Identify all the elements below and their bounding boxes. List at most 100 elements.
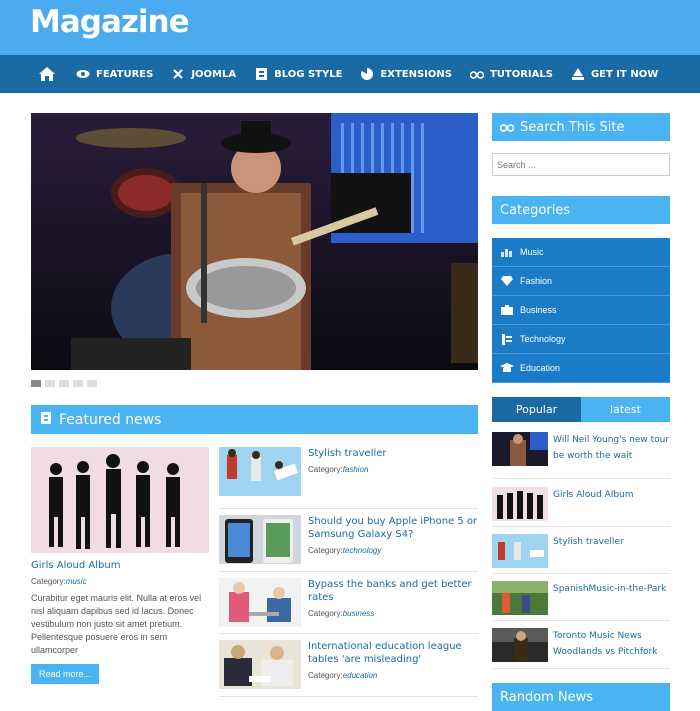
nav-get-it-now[interactable]: GET IT NOW xyxy=(571,68,658,80)
featured-news-title: Featured news xyxy=(59,411,162,428)
list-item: Bypass the banks and get better rates Cat… xyxy=(219,572,478,634)
tab-latest[interactable]: latest xyxy=(581,397,670,422)
server-icon xyxy=(500,333,514,345)
slider-dot[interactable] xyxy=(59,380,69,387)
featured-slider-image[interactable] xyxy=(31,113,478,370)
nav-features[interactable]: FEATURES xyxy=(76,68,153,80)
list-item: Should you buy Apple iPhone 5 or Samsung… xyxy=(219,509,478,572)
graduation-cap-icon xyxy=(500,362,514,374)
nav-joomla[interactable]: JOOMLA xyxy=(171,68,236,80)
list-item: Girls Aloud Album xyxy=(492,479,670,527)
tab-popular[interactable]: Popular xyxy=(492,397,581,422)
article-thumbnail[interactable] xyxy=(219,515,301,564)
article-thumbnail[interactable] xyxy=(219,447,301,496)
briefcase-icon xyxy=(500,304,514,316)
sidebar-random-news: Random News xyxy=(492,683,670,711)
category-item-fashion[interactable]: Fashion xyxy=(492,267,670,296)
joomla-icon xyxy=(171,68,185,80)
category-label: Technology xyxy=(520,334,566,344)
glasses-icon xyxy=(500,122,514,132)
category-link[interactable]: education xyxy=(343,671,378,680)
category-link[interactable]: fashion xyxy=(343,465,369,474)
category-item-music[interactable]: Music xyxy=(492,238,670,267)
blog-icon xyxy=(41,411,51,428)
site-logo[interactable]: Magazine xyxy=(30,4,190,40)
search-input[interactable] xyxy=(492,153,670,176)
category-label: Business xyxy=(520,305,557,315)
article-category: Category:technology xyxy=(308,546,382,555)
popular-list: Will Neil Young's new tour be worth the … xyxy=(492,432,670,669)
article-category: Category:education xyxy=(308,671,378,680)
featured-news-heading: Featured news xyxy=(31,405,478,434)
slider-dot[interactable] xyxy=(87,380,97,387)
glasses-icon xyxy=(469,68,484,80)
article-title-link[interactable]: Girls Aloud Album xyxy=(31,560,209,571)
article-title-link[interactable]: International education league tables 'a… xyxy=(308,640,478,666)
article-thumbnail[interactable] xyxy=(219,578,301,627)
nav-label: EXTENSIONS xyxy=(380,68,452,80)
article-excerpt: Curabitur eget mauris elit. Nulla at ero… xyxy=(31,593,202,655)
slider-dot[interactable] xyxy=(45,380,55,387)
category-link[interactable]: business xyxy=(343,609,375,618)
nav-label: BLOG STYLE xyxy=(274,68,343,80)
article-title-link[interactable]: Bypass the banks and get better rates xyxy=(308,578,478,604)
slider-dot[interactable] xyxy=(31,380,41,387)
read-more-button[interactable]: Read more... xyxy=(31,664,100,684)
article-thumbnail[interactable] xyxy=(492,534,548,568)
article-thumbnail[interactable] xyxy=(492,581,548,615)
nav-extensions[interactable]: EXTENSIONS xyxy=(360,68,452,80)
search-heading-label: Search This Site xyxy=(520,119,625,135)
list-item: Toronto Music News Woodlands vs Pitchfor… xyxy=(492,621,670,669)
article-title-link[interactable]: Will Neil Young's new tour be worth the … xyxy=(553,432,670,464)
nav-tutorials[interactable]: TUTORIALS xyxy=(469,68,553,80)
nav-label: FEATURES xyxy=(96,68,154,80)
featured-main-article: Girls Aloud Album Category:music Curabit… xyxy=(31,447,209,684)
nav-label: GET IT NOW xyxy=(590,68,659,80)
article-category: Category:fashion xyxy=(308,465,369,474)
nav-label: TUTORIALS xyxy=(489,68,553,80)
main-nav: FEATURES JOOMLA BLOG STYLE EXTENSIONS TU… xyxy=(0,55,700,93)
category-label: Education xyxy=(520,363,561,373)
article-title-link[interactable]: Girls Aloud Album xyxy=(553,487,634,503)
chart-icon xyxy=(500,246,514,258)
category-item-business[interactable]: Business xyxy=(492,296,670,325)
article-thumbnail[interactable] xyxy=(219,640,301,689)
slider-pagination xyxy=(31,380,101,387)
sidebar-search: Search This Site xyxy=(492,113,670,176)
list-item: Will Neil Young's new tour be worth the … xyxy=(492,432,670,479)
article-title-link[interactable]: Stylish traveller xyxy=(553,534,624,550)
category-list: Music Fashion Business Technology Educat… xyxy=(492,238,670,383)
category-label: Fashion xyxy=(520,276,553,286)
list-item: SpanishMusic-in-the-Park xyxy=(492,574,670,621)
list-item: International education league tables 'a… xyxy=(219,634,478,697)
article-thumbnail[interactable] xyxy=(492,628,548,662)
category-item-technology[interactable]: Technology xyxy=(492,325,670,354)
article-title-link[interactable]: Toronto Music News Woodlands vs Pitchfor… xyxy=(553,628,670,660)
download-icon xyxy=(571,68,585,80)
slider-dot[interactable] xyxy=(73,380,83,387)
search-heading: Search This Site xyxy=(492,113,670,141)
category-item-education[interactable]: Education xyxy=(492,354,670,383)
featured-news-list: Stylish traveller Category:fashion Should… xyxy=(219,447,478,697)
article-thumbnail[interactable] xyxy=(31,447,209,553)
article-category: Category:business xyxy=(308,609,375,618)
category-link[interactable]: technology xyxy=(343,546,382,555)
header: Magazine xyxy=(0,0,700,55)
article-thumbnail[interactable] xyxy=(492,432,548,466)
eye-icon xyxy=(76,68,90,80)
home-icon[interactable] xyxy=(38,66,56,82)
article-title-link[interactable]: Should you buy Apple iPhone 5 or Samsung… xyxy=(308,515,478,541)
sidebar-popular-latest: Popular latest Will Neil Young's new tou… xyxy=(492,397,670,669)
article-category: Category:music xyxy=(31,577,87,586)
article-title-link[interactable]: SpanishMusic-in-the-Park xyxy=(553,581,666,597)
blog-icon xyxy=(254,68,268,80)
article-thumbnail[interactable] xyxy=(492,487,548,521)
nav-label: JOOMLA xyxy=(191,68,237,80)
list-item: Stylish traveller Category:fashion xyxy=(219,447,478,509)
category-label: Music xyxy=(520,247,544,257)
article-title-link[interactable]: Stylish traveller xyxy=(308,447,387,460)
nav-blog-style[interactable]: BLOG STYLE xyxy=(254,68,342,80)
tab-bar: Popular latest xyxy=(492,397,670,422)
pie-icon xyxy=(360,68,374,80)
category-link[interactable]: music xyxy=(66,577,87,586)
